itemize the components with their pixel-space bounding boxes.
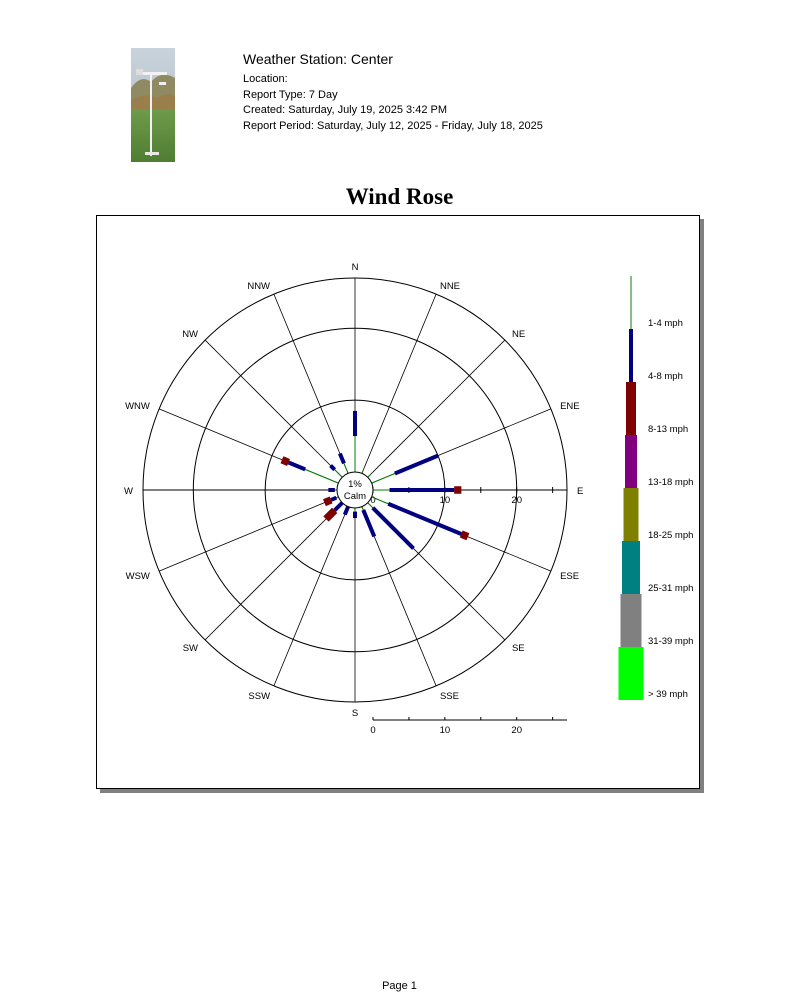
wind-rose-chart: N NNE NE ENE E ESE SE SSE S SSW SW WSW W WNW NW NNW 0 10 2… — [124, 262, 693, 736]
scale-tick-label: 10 — [440, 725, 451, 736]
page-number: Page 1 — [382, 980, 417, 992]
legend-swatch-3 — [626, 382, 636, 435]
legend-label-1: 1-4 mph — [648, 318, 683, 329]
wind-bar-wnw-bin1 — [304, 468, 339, 484]
wind-bar-wnw-bin3 — [280, 456, 291, 466]
legend-label-7: 31-39 mph — [648, 636, 693, 647]
direction-label-wsw: WSW — [126, 571, 150, 582]
direction-label-se: SE — [512, 643, 525, 654]
direction-label-nnw: NNW — [247, 281, 270, 292]
direction-label-ne: NE — [512, 329, 525, 340]
legend-label-6: 25-31 mph — [648, 583, 693, 594]
legend-label-2: 4-8 mph — [648, 371, 683, 382]
direction-label-ssw: SSW — [248, 691, 270, 702]
calm-circle — [336, 471, 374, 509]
radial-tick-label: 20 — [511, 495, 522, 506]
wind-bar-sse-bin2 — [361, 509, 377, 538]
wind-bar-ese-bin3 — [459, 530, 470, 541]
direction-label-n: N — [352, 262, 359, 273]
direction-label-ese: ESE — [560, 571, 579, 582]
wind-bar-ese-bin2 — [387, 501, 463, 536]
wind-bar-ene-bin1 — [371, 473, 396, 484]
legend-label-8: > 39 mph — [648, 689, 688, 700]
wind-bar-ssw-bin2 — [342, 505, 350, 516]
wind-bar-sse-bin1 — [361, 506, 364, 511]
legend-swatch-4 — [625, 435, 637, 488]
direction-label-ene: ENE — [560, 401, 580, 412]
wind-bar-nw-bin1 — [334, 469, 343, 478]
legend-label-4: 13-18 mph — [648, 477, 693, 488]
wind-bar-nnw-bin1 — [343, 463, 349, 474]
wind-bar-ene-bin2 — [394, 453, 439, 476]
legend-swatch-7 — [620, 594, 642, 647]
direction-label-nne: NNE — [440, 281, 460, 292]
direction-label-w: W — [124, 486, 133, 497]
direction-label-nw: NW — [182, 329, 198, 340]
calm-label: Calm — [344, 491, 366, 502]
wind-bar-nnw-bin2 — [338, 452, 346, 465]
legend-swatch-2 — [629, 329, 633, 382]
direction-label-wnw: WNW — [125, 401, 150, 412]
wind-bar-sw-bin2 — [333, 501, 344, 512]
legend-swatch-6 — [622, 541, 640, 594]
legend-swatch-8 — [618, 647, 644, 700]
wind-bar-se-bin2 — [371, 506, 415, 550]
wind-bar-nne-bin1 — [361, 469, 364, 474]
calm-percent: 1% — [348, 479, 362, 490]
direction-label-e: E — [577, 486, 583, 497]
wind-bar-wsw-bin2 — [330, 495, 338, 502]
scale-tick-label: 20 — [511, 725, 522, 736]
wind-bar-nw-bin2 — [329, 464, 337, 472]
wind-bar-wsw-bin3 — [322, 496, 333, 507]
scale-tick-label: 0 — [370, 725, 375, 736]
wind-bar-wnw-bin2 — [287, 460, 306, 472]
direction-label-s: S — [352, 708, 358, 719]
direction-label-sse: SSE — [440, 691, 459, 702]
radial-tick-label: 10 — [440, 495, 451, 506]
wind-bar-ne-bin1 — [367, 474, 371, 478]
legend-swatch-1 — [630, 276, 632, 329]
legend-swatch-5 — [623, 488, 639, 541]
legend-label-3: 8-13 mph — [648, 424, 688, 435]
wind-bar-sw-bin3 — [323, 507, 338, 522]
direction-label-sw: SW — [183, 643, 198, 654]
legend-label-5: 18-25 mph — [648, 530, 693, 541]
